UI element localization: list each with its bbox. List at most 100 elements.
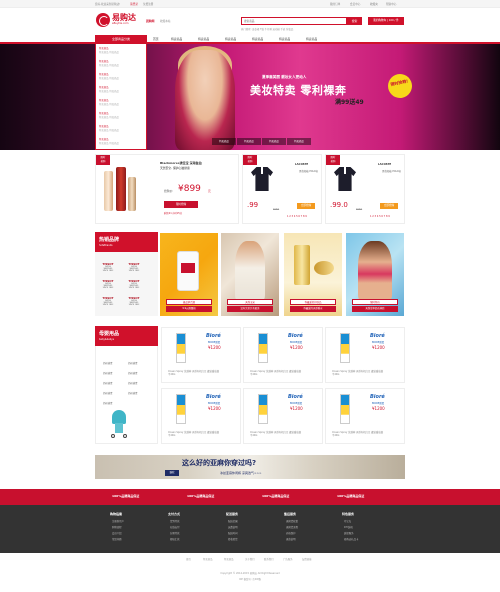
nav-item-home[interactable]: 首页: [153, 37, 159, 41]
bottom-link[interactable]: 广告服务: [283, 557, 293, 561]
nav-item-2[interactable]: 特卖商品: [198, 37, 209, 41]
brand-name: LACOSTE: [378, 163, 392, 166]
footer-link[interactable]: DIY装机: [344, 525, 353, 529]
footer-link[interactable]: 常见问题: [112, 537, 122, 541]
top-link-help[interactable]: 帮助中心: [386, 2, 396, 6]
banner-tab-3[interactable]: 特卖商品: [262, 138, 286, 145]
product-card[interactable]: Bioré BIORE碧柔 ¥1200 Ocean Spray 优越神 天然有机…: [325, 327, 405, 383]
footer-link[interactable]: 延保服务: [344, 531, 354, 535]
ad-tile-fashion[interactable]: 天然玉米 没有完美只有更美: [221, 233, 279, 316]
product-desc[interactable]: Ocean Spray 优越神 天然有机红豆 罐装番茄酱 半4KG: [250, 370, 322, 377]
product-desc[interactable]: Ocean Spray 优越神 天然有机红豆 罐装番茄酱 半4KG: [332, 431, 404, 438]
top-link-orders[interactable]: 我的订单: [330, 2, 340, 6]
product-card[interactable]: Bioré BIORE碧柔 ¥1200 Ocean Spray 优越神 天然有机…: [243, 388, 323, 444]
flash-buy-button[interactable]: 限时抢购: [164, 201, 198, 208]
footer-link[interactable]: 运费说明: [228, 525, 238, 529]
nav-item-6[interactable]: 特卖商品: [306, 37, 317, 41]
banner-tab-4[interactable]: 特卖商品: [287, 138, 311, 145]
bottom-link[interactable]: 联系我们: [264, 557, 274, 561]
baby-category[interactable]: 奶粉辅食: [128, 381, 138, 385]
footer-link[interactable]: 注册新用户: [112, 519, 124, 523]
cart-button[interactable]: 我的购物车 | 100 / 件: [368, 17, 404, 25]
nav-item-1[interactable]: 特卖商品: [171, 37, 182, 41]
login-link[interactable]: 请登录: [130, 2, 138, 6]
all-categories-button[interactable]: 全部商品分类: [95, 35, 147, 44]
footer-link[interactable]: 退款说明: [286, 537, 296, 541]
sidebar-item-sub[interactable]: 特卖商品 特卖商品: [99, 115, 119, 119]
product-image: [176, 394, 186, 424]
item-buy-button[interactable]: 立即抢购: [380, 203, 398, 209]
baby-category[interactable]: 奶粉辅食: [128, 371, 138, 375]
footer-link[interactable]: 夺宝岛: [344, 519, 351, 523]
baby-category[interactable]: 奶粉辅食: [128, 361, 138, 365]
bottom-link[interactable]: 首页: [186, 557, 191, 561]
hot-search-words[interactable]: 热门搜索: 连衣裙 T恤 牛仔裤 运动鞋 手表 化妆品: [241, 27, 293, 31]
sidebar-item-sub[interactable]: 特卖商品 特卖商品: [99, 63, 119, 67]
footer-col-title: 购物指南: [110, 512, 123, 516]
bottom-link[interactable]: 关于我们: [245, 557, 255, 561]
nav-item-3[interactable]: 特卖商品: [225, 37, 236, 41]
nav-item-4[interactable]: 特卖商品: [252, 37, 263, 41]
item-old-price: ¥150: [273, 208, 280, 211]
footer-link[interactable]: 邮局汇款: [170, 537, 180, 541]
footer-link[interactable]: 配送时间: [228, 531, 238, 535]
register-link[interactable]: 免费注册: [143, 2, 153, 6]
product-desc[interactable]: Ocean Spray 优越神 天然有机红豆 罐装番茄酱 半4KG: [168, 431, 240, 438]
footer-link[interactable]: 退换货流程: [286, 525, 298, 529]
baby-category[interactable]: 奶粉辅食: [103, 391, 113, 395]
brand-logo-sub: SWISS WATCHES SINCE 1853: [102, 300, 114, 306]
flash-item-card[interactable]: 限时 抢购 LACOSTE 男款短袖 POLO衫 .99 ¥150 立即抢购 1…: [242, 154, 322, 224]
footer-link[interactable]: 货到付款: [170, 519, 180, 523]
nav-item-5[interactable]: 特卖商品: [279, 37, 290, 41]
banner-tab-1[interactable]: 特卖商品: [212, 138, 236, 145]
top-link-fav[interactable]: 收藏夹: [370, 2, 378, 6]
sidebar-item-sub[interactable]: 特卖商品 特卖商品: [99, 141, 119, 145]
banner-tab-2[interactable]: 特卖商品: [237, 138, 261, 145]
item-buy-button[interactable]: 立即抢购: [297, 203, 315, 209]
product-desc[interactable]: Ocean Spray 优越神 天然有机红豆 罐装番茄酱 半4KG: [250, 431, 322, 438]
sidebar-item-sub[interactable]: 特卖商品 特卖商品: [99, 89, 119, 93]
sidebar-item-sub[interactable]: 特卖商品 特卖商品: [99, 102, 119, 106]
flash-main-card[interactable]: 限时 抢购 Blackmores澳佳宝 深海鱼油 天然安全, 保护心脑健康 抢购…: [95, 154, 239, 224]
flash-item-card[interactable]: 限时 抢购 LACOSTE 男款短袖 POLO衫 .99.0 ¥150 立即抢购…: [325, 154, 405, 224]
sidebar-item-sub[interactable]: 特卖商品 特卖商品: [99, 76, 119, 80]
product-image: [340, 333, 350, 363]
flash-title[interactable]: Blackmores澳佳宝 深海鱼油: [160, 161, 202, 165]
flash-price: ¥899: [178, 184, 201, 194]
search-input[interactable]: [241, 17, 347, 25]
ad-caption: 你最爱的护肤品: [290, 299, 336, 305]
footer-link[interactable]: 在线支付: [170, 525, 180, 529]
footer-link[interactable]: 退换货政策: [286, 519, 298, 523]
product-card[interactable]: Bioré BIORE碧柔 ¥1200 Ocean Spray 优越神 天然有机…: [325, 388, 405, 444]
bottom-link[interactable]: 友情链接: [302, 557, 312, 561]
footer-link[interactable]: 分期付款: [170, 531, 180, 535]
bottom-link[interactable]: 特卖商品: [224, 557, 234, 561]
baby-category[interactable]: 奶粉辅食: [103, 381, 113, 385]
sidebar-item-sub[interactable]: 特卖商品 特卖商品: [99, 128, 119, 132]
footer-link[interactable]: 价格保护: [286, 531, 296, 535]
product-desc[interactable]: Ocean Spray 优越神 天然有机红豆 罐装番茄酱 半4KG: [168, 370, 240, 377]
product-card[interactable]: Bioré BIORE碧柔 ¥1200 Ocean Spray 优越神 天然有机…: [161, 388, 241, 444]
footer-link[interactable]: 配送范围: [228, 519, 238, 523]
footer-link[interactable]: 签收验货: [228, 537, 238, 541]
ad-tile-liquor[interactable]: 极品茅台酒 9.9元限量抢: [160, 233, 218, 316]
product-card[interactable]: Bioré BIORE碧柔 ¥1200 Ocean Spray 优越神 天然有机…: [243, 327, 323, 383]
ad-tile-skincare[interactable]: 你最爱的护肤品 你最爱的天然香水: [284, 233, 342, 316]
sidebar-item-sub[interactable]: 特卖商品 特卖商品: [99, 50, 119, 54]
bottom-link[interactable]: 特卖商品: [203, 557, 213, 561]
footer-link[interactable]: 购物流程: [112, 525, 122, 529]
footer-link[interactable]: 易购达礼品卡: [344, 537, 358, 541]
product-desc[interactable]: Ocean Spray 优越神 天然有机红豆 罐装番茄酱 半4KG: [332, 370, 404, 377]
search-button[interactable]: 搜索: [347, 17, 362, 25]
favorite-link[interactable]: 收藏本站: [160, 19, 170, 23]
baby-category[interactable]: 奶粉辅食: [128, 391, 138, 395]
top-link-member[interactable]: 会员中心: [350, 2, 360, 6]
footer-link[interactable]: 会员介绍: [112, 531, 122, 535]
product-card[interactable]: Bioré BIORE碧柔 ¥1200 Ocean Spray 优越神 天然有机…: [161, 327, 241, 383]
baby-category[interactable]: 奶粉辅食: [103, 361, 113, 365]
baby-category[interactable]: 奶粉辅食: [103, 371, 113, 375]
shirt-image: [251, 167, 273, 191]
baby-category[interactable]: 奶粉辅食: [103, 401, 113, 405]
logo-icon[interactable]: [96, 13, 110, 27]
ad-tile-swimwear[interactable]: 限时特价 天然草本舒适体验: [346, 233, 404, 316]
